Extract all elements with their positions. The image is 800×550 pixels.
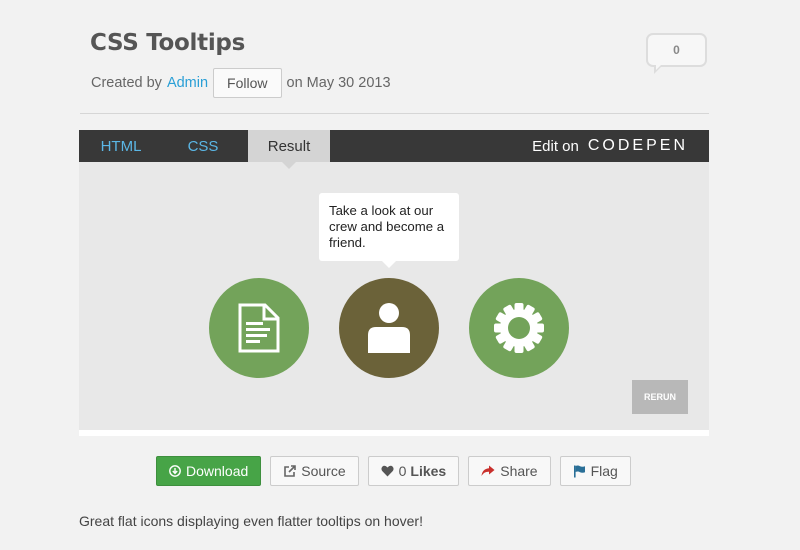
author-link[interactable]: Admin — [167, 75, 208, 91]
comment-count: 0 — [673, 43, 680, 57]
source-label: Source — [301, 463, 346, 479]
like-button[interactable]: 0 Likes — [367, 456, 460, 486]
download-icon — [169, 465, 181, 477]
pen-description: Great flat icons displaying even flatter… — [79, 513, 423, 529]
rerun-button[interactable]: RERUN — [632, 380, 688, 414]
tab-html[interactable]: HTML — [79, 130, 163, 162]
share-button[interactable]: Share — [468, 456, 551, 486]
document-icon-button[interactable] — [209, 278, 309, 378]
flag-button[interactable]: Flag — [559, 456, 631, 486]
pen-actions: Download Source 0 Likes Share Flag — [156, 456, 640, 486]
tooltip-arrow — [382, 261, 396, 268]
download-label: Download — [186, 463, 249, 479]
external-link-icon — [284, 464, 297, 477]
tooltip: Take a look at our crew and become a fri… — [319, 193, 459, 261]
header-divider — [80, 113, 709, 114]
page-title: CSS Tooltips — [90, 30, 245, 56]
likes-count: 0 — [398, 463, 407, 479]
active-tab-pointer — [282, 162, 296, 169]
gear-icon — [494, 303, 544, 353]
created-date: on May 30 2013 — [286, 75, 391, 91]
share-label: Share — [500, 463, 538, 479]
likes-label: Likes — [410, 463, 447, 479]
byline: Created by Admin Follow on May 30 2013 — [91, 68, 391, 98]
result-pane: Take a look at our crew and become a fri… — [79, 162, 709, 430]
document-icon — [238, 303, 280, 353]
user-icon-button[interactable] — [339, 278, 439, 378]
embed-tab-bar: HTML CSS Result Edit on CODEPEN — [79, 130, 709, 162]
edit-on-label: Edit on — [532, 137, 579, 155]
flag-icon — [573, 465, 585, 477]
user-icon — [368, 303, 410, 353]
follow-button[interactable]: Follow — [213, 68, 282, 98]
comment-count-badge[interactable]: 0 — [646, 33, 707, 67]
tab-css[interactable]: CSS — [163, 130, 243, 162]
source-button[interactable]: Source — [270, 456, 359, 486]
codepen-logo: CODEPEN — [587, 137, 688, 154]
heart-icon — [381, 465, 394, 477]
tab-result[interactable]: Result — [248, 130, 330, 162]
codepen-embed: HTML CSS Result Edit on CODEPEN Take a l… — [79, 130, 709, 436]
created-by-label: Created by — [91, 75, 162, 91]
download-button[interactable]: Download — [156, 456, 262, 486]
edit-on-codepen-link[interactable]: Edit on CODEPEN — [532, 130, 688, 162]
flag-label: Flag — [590, 463, 618, 479]
comment-bubble-tail-inner — [656, 64, 662, 70]
share-icon — [481, 465, 495, 476]
gear-icon-button[interactable] — [469, 278, 569, 378]
